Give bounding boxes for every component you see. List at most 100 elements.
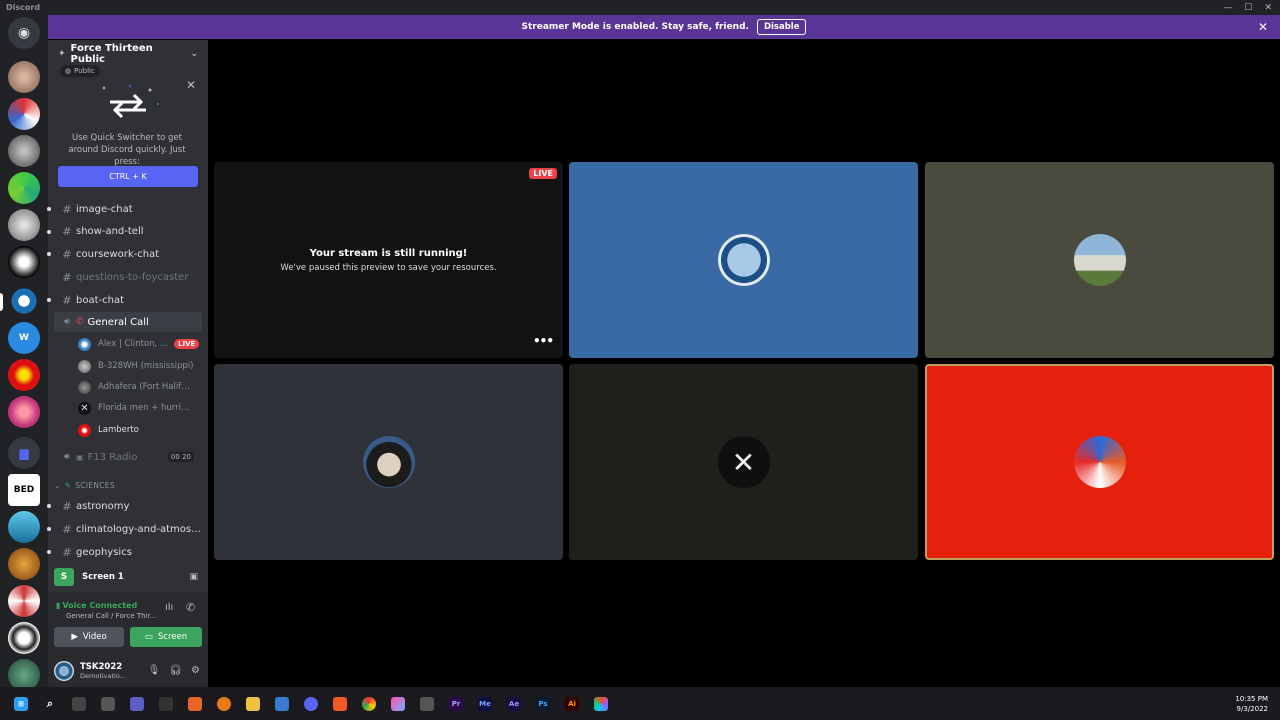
system-clock[interactable]: 10:35 PM 9/3/2022: [1235, 694, 1268, 714]
server-list: ◉ W ▆ BED: [0, 15, 48, 691]
discord-icon[interactable]: [304, 696, 318, 711]
after-effects-icon[interactable]: Ae: [507, 696, 521, 711]
windows-start-icon[interactable]: ⊞: [14, 696, 28, 711]
window-titlebar: Discord — ☐ ✕: [0, 0, 1280, 15]
voice-channel-f13-radio[interactable]: 🔊︎ ▣ F13 Radio 00 20: [54, 447, 202, 467]
server-icon[interactable]: [8, 172, 40, 204]
phone-icon: ✆: [76, 317, 84, 327]
server-icon[interactable]: [8, 135, 40, 167]
channel-show-and-tell[interactable]: # show-and-tell: [54, 221, 202, 241]
store-icon[interactable]: [275, 696, 289, 711]
video-button[interactable]: ▶ Video: [54, 627, 124, 647]
server-icon[interactable]: [8, 548, 40, 580]
channel-questions-to-foycaster[interactable]: # questions-to-foycaster: [54, 267, 202, 287]
server-icon[interactable]: [8, 511, 40, 543]
avatar: [78, 380, 91, 394]
microphone-icon[interactable]: 🎙︎: [148, 665, 161, 676]
server-name: Force Thirteen Public: [70, 43, 153, 65]
channel-astronomy[interactable]: # astronomy: [54, 496, 202, 516]
chrome-icon[interactable]: [362, 696, 376, 711]
close-quick-switcher-icon[interactable]: ✕: [186, 78, 196, 92]
avatar[interactable]: [54, 660, 74, 681]
premiere-icon[interactable]: Pr: [449, 696, 463, 711]
home-icon[interactable]: ◉: [8, 17, 40, 49]
photoshop-icon[interactable]: Ps: [536, 696, 550, 711]
server-icon[interactable]: [8, 396, 40, 428]
server-icon[interactable]: [8, 61, 40, 93]
weather-icon[interactable]: [101, 696, 115, 711]
server-icon[interactable]: [8, 585, 40, 617]
speaker-icon: 🔊︎: [64, 452, 70, 462]
server-icon[interactable]: W: [8, 322, 40, 354]
voice-user[interactable]: Alex | Clinton, ... LIVE: [78, 335, 202, 353]
app-icon[interactable]: [391, 696, 405, 711]
maximize-icon[interactable]: ☐: [1244, 3, 1252, 13]
brave-icon[interactable]: [333, 696, 347, 711]
server-icon[interactable]: BED: [8, 474, 40, 506]
app-icon[interactable]: [188, 696, 202, 711]
participant-tile[interactable]: [925, 364, 1274, 560]
illustrator-icon[interactable]: Ai: [565, 696, 579, 711]
user-status: Demotivatio...: [80, 671, 126, 680]
banner-message: Streamer Mode is enabled. Stay safe, fri…: [521, 22, 749, 32]
close-banner-icon[interactable]: ✕: [1258, 20, 1268, 34]
category-sciences[interactable]: ⌄ ✎ SCIENCES: [54, 481, 115, 490]
server-icon[interactable]: [8, 622, 40, 654]
screen-button[interactable]: ▭ Screen: [130, 627, 202, 647]
headphones-icon[interactable]: 🎧︎: [169, 665, 182, 676]
voice-channel-general-call[interactable]: 🔊︎ ✆ General Call: [54, 312, 202, 332]
task-view-icon[interactable]: [72, 696, 86, 711]
server-icon[interactable]: [8, 359, 40, 391]
figma-icon[interactable]: [594, 696, 608, 711]
app-icon[interactable]: [159, 696, 173, 711]
quick-switcher-illustration: [102, 85, 159, 119]
screen-share-row[interactable]: S Screen 1 ▣: [48, 566, 208, 588]
gear-icon[interactable]: ⚙: [191, 665, 200, 676]
user-panel: TSK2022 Demotivatio... 🎙︎ 🎧︎ ⚙: [48, 654, 208, 687]
avatar: ✕: [717, 436, 770, 488]
voice-user[interactable]: B-328WH (mississippi): [78, 357, 202, 375]
voice-connection-panel: ▮ Voice Connected General Call / Force Th…: [48, 592, 208, 654]
more-options-icon[interactable]: •••: [533, 334, 554, 348]
channel-boat-chat[interactable]: # boat-chat: [54, 290, 202, 310]
voice-user[interactable]: Lamberto: [78, 421, 202, 439]
minimize-icon[interactable]: —: [1223, 3, 1232, 13]
search-icon[interactable]: ⌕: [43, 697, 57, 711]
file-explorer-icon[interactable]: [246, 696, 260, 711]
participant-tile[interactable]: [569, 162, 918, 358]
channel-coursework-chat[interactable]: # coursework-chat: [54, 244, 202, 264]
participant-tile[interactable]: [925, 162, 1274, 358]
stream-title: Your stream is still running!: [309, 247, 468, 259]
voice-user[interactable]: ✕ Florida men + hurricane ...: [78, 399, 202, 417]
app-icon[interactable]: [420, 696, 434, 711]
participant-tile[interactable]: [214, 364, 563, 560]
disable-streamer-mode-button[interactable]: Disable: [756, 19, 807, 35]
screen-share-label: Screen 1: [82, 572, 124, 582]
channel-image-chat[interactable]: # image-chat: [54, 199, 202, 219]
quick-switcher-text: Use Quick Switcher to get around Discord…: [68, 133, 186, 167]
server-icon[interactable]: [8, 246, 40, 278]
media-encoder-icon[interactable]: Me: [478, 696, 492, 711]
force-thirteen-server-icon[interactable]: [8, 285, 40, 317]
text-channel-icon: #: [62, 270, 72, 284]
server-icon[interactable]: [8, 98, 40, 130]
channel-climatology[interactable]: # climatology-and-atmos...: [54, 519, 202, 539]
server-header[interactable]: ✦ Force Thirteen Public ⌄: [48, 40, 208, 68]
speaker-icon: 🔊︎: [64, 317, 70, 327]
folder-icon[interactable]: ▆: [8, 437, 40, 469]
server-icon[interactable]: [8, 209, 40, 241]
avatar: [1073, 234, 1126, 286]
stream-tile[interactable]: Your stream is still running! We've paus…: [214, 162, 563, 358]
disconnect-icon[interactable]: ✆: [186, 601, 195, 614]
participant-tile[interactable]: ✕: [569, 364, 918, 560]
popout-icon[interactable]: ▣: [189, 572, 198, 582]
close-window-icon[interactable]: ✕: [1264, 3, 1272, 13]
stream-subtitle: We've paused this preview to save your r…: [280, 262, 497, 273]
quick-switcher-shortcut-button[interactable]: CTRL + K: [58, 166, 198, 187]
voice-user[interactable]: Adhafera (Fort Halifax, P...: [78, 378, 202, 396]
blender-icon[interactable]: [217, 696, 231, 711]
chat-icon[interactable]: [130, 696, 144, 711]
channel-geophysics[interactable]: # geophysics: [54, 542, 202, 562]
noise-suppression-icon[interactable]: ılı: [165, 602, 173, 613]
windows-taskbar: ⊞ ⌕ Pr Me Ae Ps Ai 10:35 PM 9/3/2022: [0, 687, 1280, 720]
